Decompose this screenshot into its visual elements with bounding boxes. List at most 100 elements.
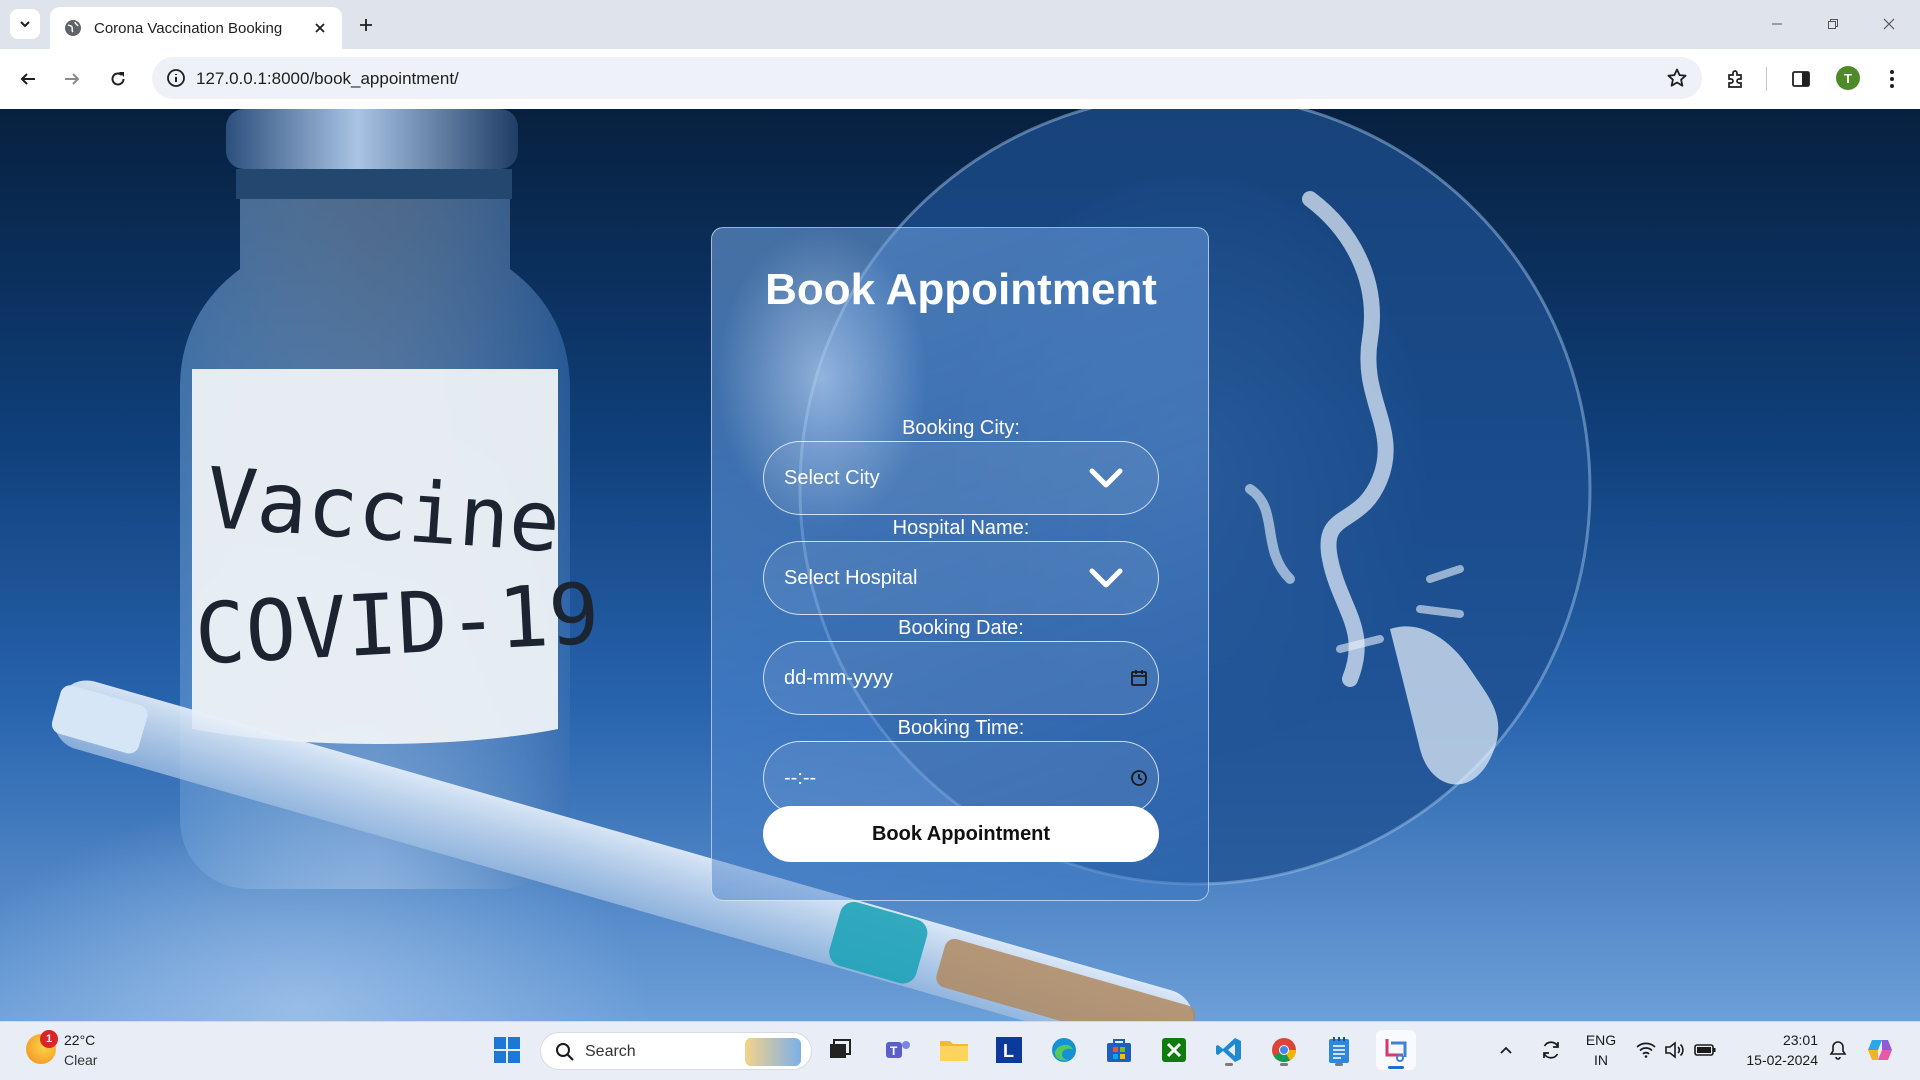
- calendar-icon[interactable]: [1130, 669, 1148, 687]
- task-view-button[interactable]: [822, 1032, 858, 1068]
- windows-taskbar: 1 22°C Clear Search T L ENG IN 23:01 15-…: [0, 1021, 1920, 1080]
- edge-icon: [1052, 1038, 1076, 1062]
- xbox-app[interactable]: [1156, 1032, 1192, 1068]
- restore-icon: [1828, 19, 1838, 29]
- snipping-tool-icon: [1385, 1039, 1407, 1062]
- notepad-icon: [1329, 1037, 1349, 1063]
- booking-city-label: Booking City:: [902, 417, 1020, 439]
- taskbar-search-box[interactable]: Search: [540, 1032, 812, 1070]
- puzzle-icon: [1728, 70, 1742, 88]
- task-view-icon: [830, 1039, 851, 1058]
- l-app[interactable]: L: [991, 1032, 1027, 1068]
- extensions-button[interactable]: [1720, 63, 1752, 95]
- tab-search-button[interactable]: [10, 9, 40, 39]
- close-tab-icon[interactable]: [306, 14, 334, 42]
- profile-avatar[interactable]: T: [1836, 66, 1860, 90]
- copilot-button[interactable]: [1862, 1032, 1898, 1068]
- more-vertical-icon: [1890, 70, 1894, 88]
- wifi-tray-button[interactable]: [1632, 1032, 1660, 1068]
- clock-date[interactable]: 15-02-2024: [1728, 1052, 1818, 1068]
- weather-condition: Clear: [64, 1052, 98, 1068]
- language-indicator-line1[interactable]: ENG: [1582, 1032, 1620, 1048]
- chevron-down-icon: [1088, 566, 1124, 590]
- search-icon: [555, 1042, 575, 1062]
- close-window-button[interactable]: [1866, 10, 1912, 38]
- folder-icon: [940, 1041, 968, 1061]
- bell-icon: [1829, 1041, 1847, 1060]
- browser-tab-active[interactable]: Corona Vaccination Booking: [50, 7, 342, 49]
- side-panel-button[interactable]: [1785, 63, 1817, 95]
- teams-icon: T: [886, 1041, 910, 1058]
- page-viewport: Vaccine COVID-19 Book Appointment Bookin…: [0, 109, 1920, 1021]
- store-icon: [1107, 1039, 1131, 1062]
- svg-text:T: T: [890, 1044, 898, 1058]
- chrome-icon: [1272, 1038, 1296, 1063]
- reload-button[interactable]: [102, 63, 134, 95]
- notification-badge: 1: [40, 1030, 58, 1048]
- weather-temperature: 22°C: [64, 1032, 96, 1048]
- booking-time-input[interactable]: --:--: [763, 741, 1159, 815]
- booking-time-placeholder: --:--: [784, 767, 817, 789]
- chevron-down-icon: [20, 21, 30, 28]
- language-indicator-line2[interactable]: IN: [1582, 1052, 1620, 1068]
- url-text[interactable]: 127.0.0.1:8000/book_appointment/: [196, 69, 459, 89]
- browser-menu-button[interactable]: [1876, 63, 1908, 95]
- forward-button[interactable]: [56, 63, 88, 95]
- address-bar[interactable]: 127.0.0.1:8000/book_appointment/: [152, 57, 1702, 99]
- edge-app[interactable]: [1046, 1032, 1082, 1068]
- clock-time[interactable]: 23:01: [1728, 1032, 1818, 1048]
- restore-button[interactable]: [1810, 10, 1856, 38]
- volume-tray-button[interactable]: [1660, 1032, 1688, 1068]
- notepad-app[interactable]: [1321, 1032, 1357, 1068]
- chrome-app[interactable]: [1266, 1032, 1302, 1068]
- start-button[interactable]: [489, 1032, 525, 1068]
- tab-title: Corona Vaccination Booking: [94, 19, 283, 37]
- site-info-icon[interactable]: [166, 68, 186, 88]
- active-indicator: [1388, 1066, 1404, 1069]
- show-hidden-icons-button[interactable]: [1494, 1032, 1518, 1068]
- store-app[interactable]: [1101, 1032, 1137, 1068]
- globe-icon: [64, 19, 82, 37]
- clock-icon[interactable]: [1130, 769, 1148, 787]
- booking-date-placeholder: dd-mm-yyyy: [784, 667, 893, 689]
- book-appointment-button[interactable]: Book Appointment: [763, 806, 1159, 862]
- browser-tabstrip: Corona Vaccination Booking: [0, 0, 1920, 49]
- hospital-name-label: Hospital Name:: [892, 517, 1030, 539]
- booking-city-select[interactable]: Select City: [763, 441, 1159, 515]
- new-tab-button[interactable]: [352, 11, 380, 39]
- arrow-right-icon: [65, 73, 80, 85]
- close-icon: [1883, 18, 1895, 30]
- reload-icon: [111, 72, 125, 86]
- booking-form-card: Book Appointment Booking City: Select Ci…: [711, 227, 1209, 901]
- running-indicator: [1280, 1063, 1288, 1066]
- minimize-button[interactable]: [1754, 10, 1800, 38]
- vial-cap: [226, 109, 518, 169]
- back-button[interactable]: [12, 63, 44, 95]
- snipping-tool-app[interactable]: [1376, 1030, 1416, 1070]
- volume-icon: [1665, 1041, 1684, 1059]
- notifications-button[interactable]: [1824, 1032, 1852, 1068]
- running-indicator: [1225, 1063, 1233, 1066]
- arrow-left-icon: [20, 73, 35, 85]
- l-app-icon: L: [996, 1037, 1022, 1063]
- taskbar-search-label: Search: [585, 1043, 636, 1060]
- battery-tray-button[interactable]: [1690, 1032, 1720, 1068]
- battery-icon: [1694, 1044, 1716, 1056]
- sync-icon: [1543, 1041, 1559, 1059]
- xbox-icon: [1162, 1038, 1186, 1062]
- sync-tray-button[interactable]: [1536, 1032, 1566, 1068]
- booking-time-label: Booking Time:: [897, 717, 1025, 739]
- browser-toolbar: 127.0.0.1:8000/book_appointment/ T: [0, 49, 1920, 109]
- bookmark-star-icon[interactable]: [1666, 67, 1688, 89]
- form-title: Book Appointment: [765, 265, 1157, 314]
- plus-icon: [360, 19, 372, 31]
- minimize-icon: [1772, 23, 1782, 25]
- vscode-app[interactable]: [1211, 1032, 1247, 1068]
- file-explorer-app[interactable]: [936, 1032, 972, 1068]
- hospital-name-select[interactable]: Select Hospital: [763, 541, 1159, 615]
- chevron-down-icon: [1088, 466, 1124, 490]
- booking-date-input[interactable]: dd-mm-yyyy: [763, 641, 1159, 715]
- booking-date-label: Booking Date:: [898, 617, 1024, 639]
- chevron-up-icon: [1500, 1046, 1512, 1054]
- teams-app[interactable]: T: [880, 1032, 916, 1068]
